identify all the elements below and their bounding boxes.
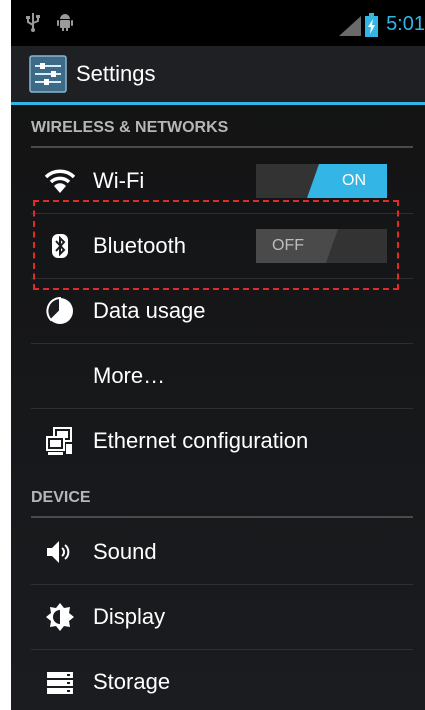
- settings-item-display[interactable]: Display: [31, 585, 413, 650]
- settings-screen: 5:01 Settings WIRELESS & NETWORKS Wi-Fi …: [11, 0, 425, 710]
- section-header-device: DEVICE: [31, 488, 413, 518]
- settings-item-label: More…: [93, 363, 166, 388]
- status-time: 5:01: [386, 13, 425, 35]
- settings-item-label: Data usage: [93, 298, 206, 323]
- settings-item-label: Sound: [93, 539, 157, 564]
- usb-icon: [26, 13, 40, 32]
- action-bar: Settings: [11, 46, 425, 105]
- display-icon: [46, 603, 74, 631]
- sound-icon: [47, 541, 70, 563]
- settings-item-ethernet[interactable]: Ethernet configuration: [31, 409, 413, 473]
- data-usage-icon: [46, 296, 73, 324]
- section-header-wireless: WIRELESS & NETWORKS: [31, 118, 413, 148]
- android-debug-icon: [57, 14, 73, 31]
- wifi-icon: [45, 169, 75, 193]
- signal-icon: [339, 16, 361, 36]
- settings-item-label: Display: [93, 604, 166, 629]
- settings-item-label: Ethernet configuration: [93, 428, 309, 453]
- settings-app-icon[interactable]: [29, 55, 67, 93]
- battery-charging-icon: [365, 13, 378, 37]
- storage-icon: [47, 672, 73, 694]
- settings-item-label: Wi-Fi: [93, 168, 145, 193]
- bluetooth-highlight-box: [33, 200, 399, 290]
- settings-item-more[interactable]: More…: [31, 344, 413, 409]
- wifi-toggle-state: ON: [342, 172, 366, 189]
- ethernet-icon: [46, 427, 72, 455]
- settings-item-storage[interactable]: Storage: [31, 650, 413, 710]
- page-title: Settings: [76, 61, 156, 86]
- status-bar: 5:01: [11, 0, 425, 46]
- settings-item-label: Storage: [93, 669, 171, 694]
- settings-item-sound[interactable]: Sound: [31, 520, 413, 585]
- wifi-toggle[interactable]: ON: [256, 164, 387, 198]
